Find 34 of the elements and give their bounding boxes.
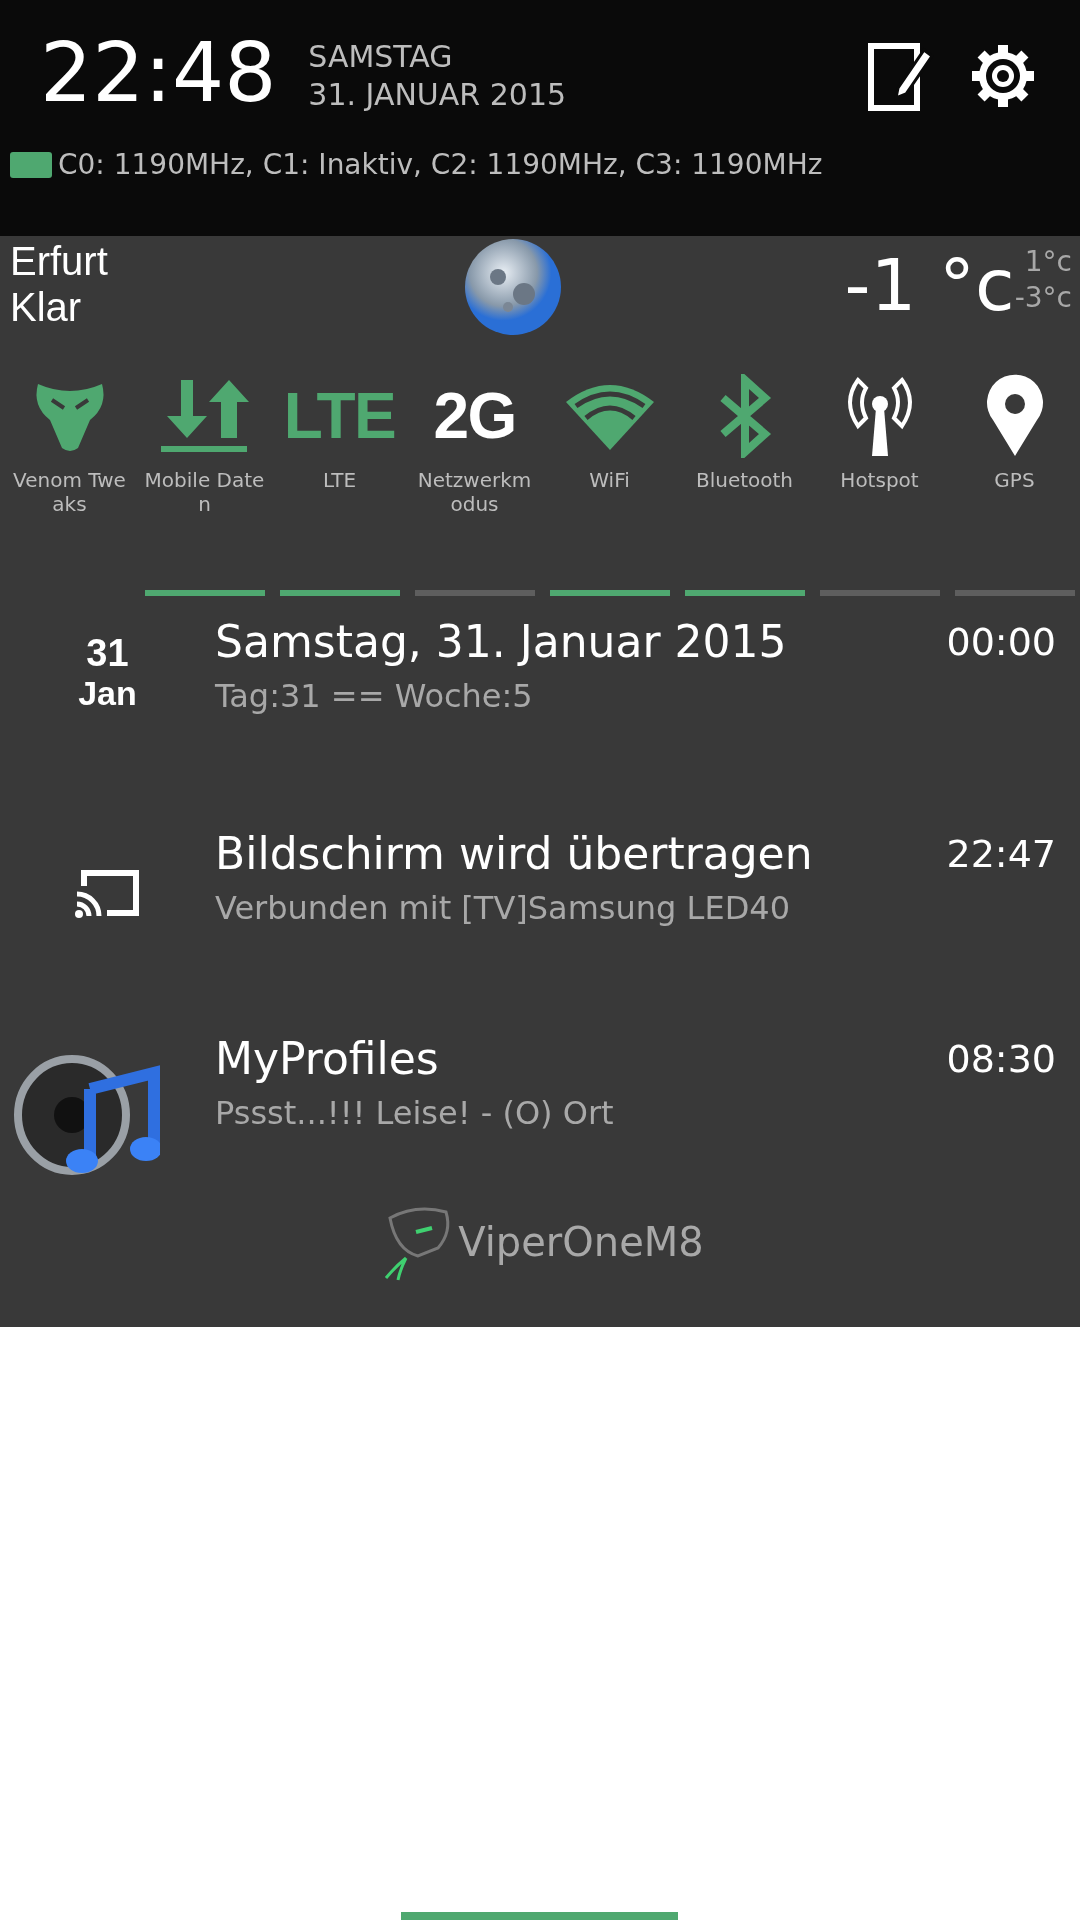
chip-icon <box>8 150 54 180</box>
notification-title: MyProfiles <box>215 1032 439 1086</box>
date: 31. JANUAR 2015 <box>308 76 567 114</box>
calendar-day: 31 <box>86 634 129 672</box>
network-mode-icon: LTE <box>283 384 396 448</box>
notification-text: Verbunden mit [TV]Samsung LED40 <box>215 888 791 929</box>
notification-time: 08:30 <box>946 1036 1057 1083</box>
toggle-label[interactable]: Hotspot <box>819 468 940 492</box>
notification-time: 22:47 <box>946 831 1057 878</box>
weather-condition: Klar <box>10 284 83 330</box>
toggle-label[interactable]: Bluetooth <box>684 468 805 492</box>
weekday: SAMSTAG <box>308 38 454 76</box>
toggle-label[interactable]: LTE <box>279 468 400 492</box>
weather-city: Erfurt <box>10 238 108 284</box>
cpu-frequency-text: C0: 1190MHz, C1: Inaktiv, C2: 1190MHz, C3: 1190MHz <box>58 147 823 183</box>
temperature-low: -3°c <box>1014 280 1072 316</box>
temperature: -1 °c <box>844 242 1015 329</box>
network-mode-icon: 2G <box>433 384 516 448</box>
temperature-high: 1°c <box>1024 244 1072 280</box>
notification-text: Pssst...!!! Leise! - (O) Ort <box>215 1093 615 1134</box>
notification-time: 00:00 <box>946 619 1057 666</box>
notification-title: Samstag, 31. Januar 2015 <box>215 615 787 669</box>
clock: 22:48 <box>40 28 277 118</box>
toggle-label[interactable]: Mobile Daten <box>144 468 265 516</box>
brand-name: ViperOneM8 <box>458 1218 704 1267</box>
location-pin-icon <box>984 374 1045 458</box>
toggle-label[interactable]: GPS <box>954 468 1075 492</box>
notification-title: Bildschirm wird übertragen <box>215 827 813 881</box>
toggle-label[interactable]: Netzwerkmodus <box>414 468 535 516</box>
toggle-label[interactable]: Venom Tweaks <box>9 468 130 516</box>
settings-icon[interactable] <box>970 43 1036 109</box>
notification-text: Tag:31 == Woche:5 <box>215 676 534 717</box>
toggle-label[interactable]: WiFi <box>549 468 670 492</box>
calendar-month: Jan <box>78 676 137 710</box>
